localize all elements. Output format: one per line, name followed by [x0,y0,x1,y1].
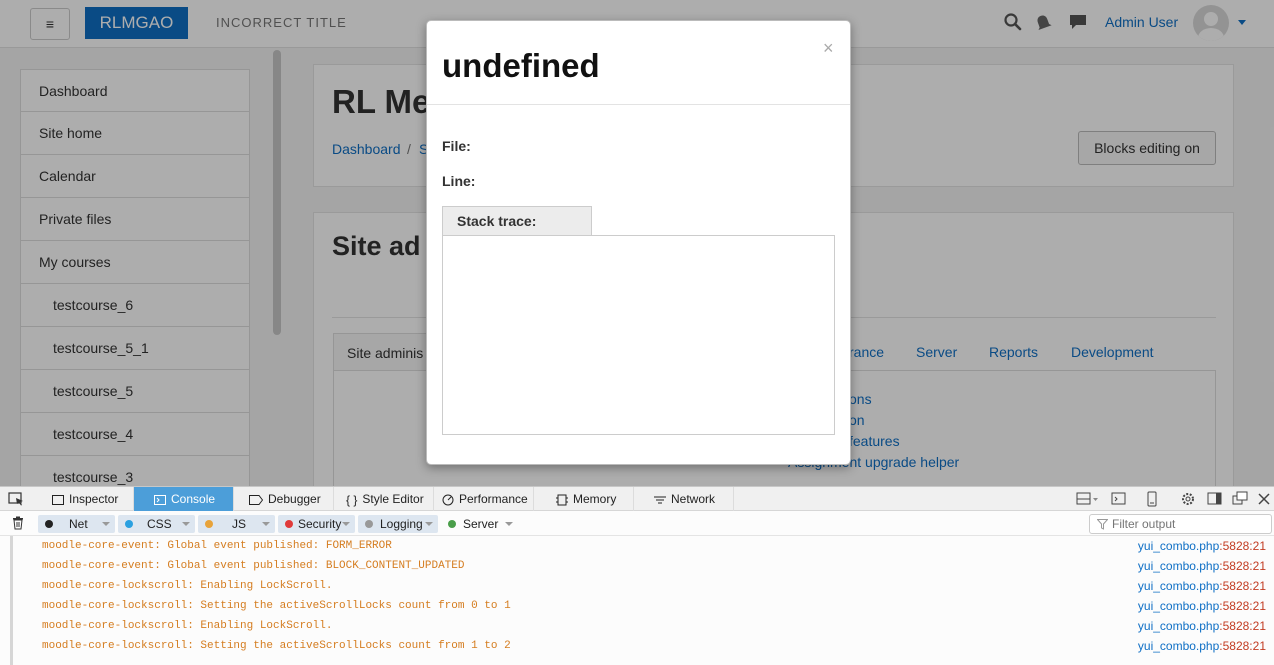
log-source-link[interactable]: yui_combo.php:5828:21 [1138,556,1266,576]
log-source-line: :5828:21 [1219,579,1266,593]
chevron-down-icon [262,522,270,526]
network-icon [654,496,666,504]
tab-performance[interactable]: Performance [434,487,534,511]
log-source-line: :5828:21 [1219,539,1266,553]
filter-output-input[interactable] [1089,514,1272,534]
tab-label: Inspector [69,492,119,506]
log-row: moodle-core-lockscroll: Setting the acti… [0,596,1274,616]
log-source-line: :5828:21 [1219,599,1266,613]
undock-icon[interactable] [1232,491,1248,507]
tab-memory[interactable]: Memory [534,487,634,511]
tab-label: Debugger [268,492,321,506]
log-source-file: yui_combo.php [1137,599,1220,613]
performance-icon [442,494,454,506]
filter-net[interactable]: Net [38,515,115,533]
server-dot-icon [448,520,456,528]
chevron-down-icon [182,522,190,526]
stack-trace-tab[interactable]: Stack trace: [442,206,592,236]
dialog-title: undefined [442,47,600,84]
log-row: moodle-core-event: Global event publishe… [0,556,1274,576]
tab-label: Network [671,492,716,506]
error-dialog: undefined × File: Line: Stack trace: [426,20,851,465]
filter-label: Logging [380,517,423,531]
filter-icon [1097,519,1108,530]
log-row: moodle-core-lockscroll: Enabling LockScr… [0,616,1274,636]
tab-console[interactable]: Console [134,487,234,511]
log-source-file: yui_combo.php [1137,639,1220,653]
log-source-file: yui_combo.php [1137,539,1220,553]
filter-js[interactable]: JS [198,515,275,533]
inspector-icon [52,494,64,505]
filter-logging[interactable]: Logging [358,515,438,533]
chevron-down-icon [342,522,350,526]
line-label: Line: [442,173,476,189]
responsive-mode-icon[interactable] [1144,491,1160,507]
filter-security[interactable]: Security [278,515,355,533]
log-source-link[interactable]: yui_combo.php:5828:21 [1138,576,1266,596]
trash-icon[interactable] [11,516,25,530]
log-message: moodle-core-lockscroll: Setting the acti… [42,600,511,612]
filter-server[interactable]: Server [441,515,518,533]
tab-label: Console [171,492,216,506]
js-dot-icon [205,520,213,528]
devtools-panel: Inspector Console Debugger { } Style Edit… [0,486,1274,665]
close-icon[interactable]: × [823,38,834,59]
log-source-file: yui_combo.php [1137,559,1220,573]
console-output: moodle-core-event: Global event publishe… [0,536,1274,665]
tab-network[interactable]: Network [634,487,734,511]
log-message: moodle-core-event: Global event publishe… [42,540,392,552]
filter-css[interactable]: CSS [118,515,195,533]
close-icon[interactable] [1256,491,1272,507]
log-row: moodle-core-lockscroll: Setting the acti… [0,636,1274,656]
scratchpad-icon[interactable] [1111,491,1127,507]
tab-label: Style Editor [362,492,424,506]
chevron-down-icon [425,522,433,526]
layout-options-icon[interactable] [1076,491,1100,507]
tab-label: Memory [573,492,617,506]
log-message: moodle-core-lockscroll: Setting the acti… [42,640,511,652]
log-source-link[interactable]: yui_combo.php:5828:21 [1138,536,1266,556]
security-dot-icon [285,520,293,528]
console-filter-bar: Net CSS JS Security Logging Server [0,511,1274,536]
log-row: moodle-core-lockscroll: Enabling LockScr… [0,576,1274,596]
tab-style-editor[interactable]: { } Style Editor [334,487,434,511]
log-message: moodle-core-event: Global event publishe… [42,560,465,572]
tab-inspector[interactable]: Inspector [38,487,134,511]
memory-icon [556,494,568,506]
filter-label: Server [463,517,499,531]
log-source-link[interactable]: yui_combo.php:5828:21 [1138,636,1266,656]
log-source-link[interactable]: yui_combo.php:5828:21 [1138,616,1266,636]
element-picker-icon[interactable] [8,492,24,506]
filter-label: Security [298,517,342,531]
console-icon [154,494,166,505]
log-source-link[interactable]: yui_combo.php:5828:21 [1138,596,1266,616]
filter-label: Net [69,517,88,531]
dialog-divider [427,104,850,105]
log-source-line: :5828:21 [1219,619,1266,633]
gear-icon[interactable] [1180,491,1196,507]
log-source-file: yui_combo.php [1137,619,1220,633]
log-source-line: :5828:21 [1219,639,1266,653]
chevron-down-icon [505,522,513,526]
style-editor-icon: { } [346,492,358,507]
filter-label: CSS [147,517,172,531]
log-message: moodle-core-lockscroll: Enabling LockScr… [42,620,333,632]
devtools-toolbar: Inspector Console Debugger { } Style Edit… [0,487,1274,511]
log-row: moodle-core-event: Global event publishe… [0,536,1274,556]
stack-trace-content [442,235,835,435]
logging-dot-icon [365,520,373,528]
file-label: File: [442,138,471,154]
tab-label: Performance [459,492,528,506]
log-source-line: :5828:21 [1219,559,1266,573]
net-dot-icon [45,520,53,528]
debugger-icon [249,494,263,505]
chevron-down-icon [102,522,110,526]
log-message: moodle-core-lockscroll: Enabling LockScr… [42,580,333,592]
tab-debugger[interactable]: Debugger [234,487,334,511]
dock-side-icon[interactable] [1207,491,1223,507]
filter-label: JS [232,517,247,531]
log-source-file: yui_combo.php [1137,579,1220,593]
css-dot-icon [125,520,133,528]
